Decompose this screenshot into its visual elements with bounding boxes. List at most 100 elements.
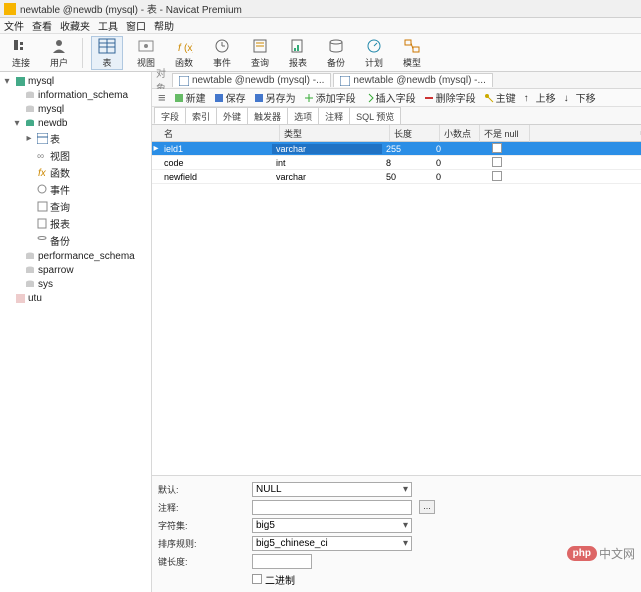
- backup-button[interactable]: 备份: [321, 37, 351, 69]
- add-icon: [304, 93, 314, 103]
- menu-view[interactable]: 查看: [32, 18, 52, 33]
- sidebar-tree[interactable]: ▾ mysql information_schema mysql ▾ newdb…: [0, 72, 152, 592]
- tree-db-item[interactable]: performance_schema: [0, 249, 151, 263]
- event-button[interactable]: 事件: [207, 37, 237, 69]
- view-icon: [135, 37, 157, 55]
- grid-body[interactable]: ▸ ield1 varchar 255 0 code int 8 0 newfi…: [152, 142, 641, 184]
- tree-db-item[interactable]: information_schema: [0, 88, 151, 102]
- comment-input[interactable]: [252, 500, 412, 515]
- new-button[interactable]: 新建: [174, 90, 206, 105]
- tab-fk[interactable]: 外键: [216, 107, 248, 124]
- binary-checkbox[interactable]: 二进制: [252, 572, 295, 587]
- save-button[interactable]: 保存: [214, 90, 246, 105]
- keylen-input[interactable]: [252, 554, 312, 569]
- schedule-button[interactable]: 计划: [359, 37, 389, 69]
- col-notnull[interactable]: 不是 null: [480, 125, 530, 142]
- charset-select[interactable]: big5▾: [252, 518, 412, 533]
- collate-label: 排序规则:: [158, 537, 248, 550]
- sub-tabs: 字段 索引 外键 触发器 选项 注释 SQL 预览: [152, 107, 641, 125]
- notnull-checkbox[interactable]: [472, 143, 522, 155]
- tab-comment[interactable]: 注释: [318, 107, 350, 124]
- col-length[interactable]: 长度: [390, 125, 440, 142]
- tree-db-newdb[interactable]: ▾ newdb: [0, 116, 151, 130]
- deletefield-button[interactable]: 删除字段: [424, 90, 476, 105]
- connect-button[interactable]: 连接: [6, 37, 36, 69]
- menu-help[interactable]: 帮助: [154, 18, 174, 33]
- report-button[interactable]: 报表: [283, 37, 313, 69]
- window-title: newtable @newdb (mysql) - 表 - Navicat Pr…: [20, 1, 242, 16]
- tree-events[interactable]: 事件: [0, 181, 151, 198]
- clock-icon: [211, 37, 233, 55]
- primarykey-button[interactable]: 主键: [484, 90, 516, 105]
- tree-other[interactable]: utu: [0, 291, 151, 305]
- backup-icon: [36, 235, 48, 247]
- tree-views[interactable]: ∞ 视图: [0, 147, 151, 164]
- chevron-down-icon: ▾: [403, 484, 408, 495]
- tab-sql[interactable]: SQL 预览: [349, 107, 401, 124]
- tree-reports[interactable]: 报表: [0, 215, 151, 232]
- svg-text:f: f: [178, 43, 182, 54]
- row-marker-icon: ▸: [152, 143, 160, 154]
- table-icon: [96, 37, 118, 55]
- menu-favorites[interactable]: 收藏夹: [60, 18, 90, 33]
- movedown-button[interactable]: ↓下移: [564, 90, 596, 105]
- database-icon: [24, 264, 36, 276]
- tree-tables[interactable]: ▸ 表: [0, 130, 151, 147]
- table-button[interactable]: 表: [91, 36, 123, 70]
- tree-backups[interactable]: 备份: [0, 232, 151, 249]
- ellipsis-button[interactable]: …: [419, 500, 435, 514]
- menu-icon[interactable]: ≡: [158, 90, 166, 105]
- moveup-button[interactable]: ↑上移: [524, 90, 556, 105]
- menu-window[interactable]: 窗口: [126, 18, 146, 33]
- insertfield-button[interactable]: 插入字段: [364, 90, 416, 105]
- col-name[interactable]: 名: [160, 125, 280, 142]
- schedule-icon: [363, 37, 385, 55]
- table-row[interactable]: ▸ ield1 varchar 255 0: [152, 142, 641, 156]
- function-icon: fx: [36, 167, 48, 179]
- function-icon: f(x): [173, 37, 195, 55]
- default-select[interactable]: NULL▾: [252, 482, 412, 497]
- svg-text:∞: ∞: [37, 151, 44, 161]
- tree-functions[interactable]: fx 函数: [0, 164, 151, 181]
- editor-tab[interactable]: newtable @newdb (mysql) -...: [172, 73, 331, 87]
- tree-queries[interactable]: 查询: [0, 198, 151, 215]
- user-button[interactable]: 用户: [44, 37, 74, 69]
- table-icon: [36, 133, 48, 145]
- table-row[interactable]: newfield varchar 50 0: [152, 170, 641, 184]
- model-button[interactable]: 模型: [397, 37, 427, 69]
- tree-db-item[interactable]: sys: [0, 277, 151, 291]
- table-icon: [340, 76, 350, 86]
- menu-file[interactable]: 文件: [4, 18, 24, 33]
- notnull-checkbox[interactable]: [472, 171, 522, 183]
- view-button[interactable]: 视图: [131, 37, 161, 69]
- col-type[interactable]: 类型: [280, 125, 390, 142]
- menu-tools[interactable]: 工具: [98, 18, 118, 33]
- tab-trigger[interactable]: 触发器: [247, 107, 288, 124]
- expand-icon[interactable]: ▸: [24, 133, 34, 144]
- collapse-icon[interactable]: ▾: [2, 76, 12, 87]
- notnull-checkbox[interactable]: [472, 157, 522, 169]
- addfield-button[interactable]: 添加字段: [304, 90, 356, 105]
- tree-db-item[interactable]: sparrow: [0, 263, 151, 277]
- save-icon: [214, 93, 224, 103]
- new-icon: [174, 93, 184, 103]
- field-properties: 默认: NULL▾ 注释: … 字符集: big5▾ 排序规则: big5_ch…: [152, 475, 641, 592]
- watermark: php 中文网: [567, 545, 635, 562]
- collapse-icon[interactable]: ▾: [12, 118, 22, 129]
- table-row[interactable]: code int 8 0: [152, 156, 641, 170]
- tree-db-item[interactable]: mysql: [0, 102, 151, 116]
- editor-tab[interactable]: newtable @newdb (mysql) -...: [333, 73, 492, 87]
- collate-select[interactable]: big5_chinese_ci▾: [252, 536, 412, 551]
- query-button[interactable]: 查询: [245, 37, 275, 69]
- view-icon: ∞: [36, 150, 48, 162]
- saveas-button[interactable]: 另存为: [254, 90, 296, 105]
- objects-tab[interactable]: 对象: [156, 73, 170, 87]
- function-button[interactable]: f(x) 函数: [169, 37, 199, 69]
- tab-options[interactable]: 选项: [287, 107, 319, 124]
- col-decimals[interactable]: 小数点: [440, 125, 480, 142]
- default-label: 默认:: [158, 483, 248, 496]
- tab-index[interactable]: 索引: [185, 107, 217, 124]
- tab-fields[interactable]: 字段: [154, 107, 186, 124]
- comment-label: 注释:: [158, 501, 248, 514]
- tree-connection[interactable]: ▾ mysql: [0, 74, 151, 88]
